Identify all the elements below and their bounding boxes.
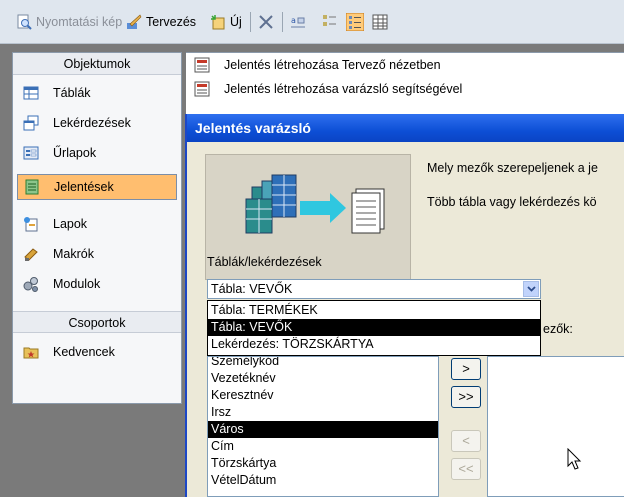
list-item[interactable]: Keresztnév: [208, 387, 438, 404]
objects-bar: Objektumok Táblák Lekérdezések Űrlapok J…: [12, 52, 182, 404]
object-label: Űrlapok: [53, 146, 97, 160]
combo-dropdown-button[interactable]: [523, 281, 539, 297]
list-item[interactable]: Személykód: [208, 357, 438, 370]
list-item[interactable]: Város: [208, 421, 438, 438]
tables-queries-dropdown: Tábla: TERMÉKEK Tábla: VEVŐK Lekérdezés:…: [207, 300, 541, 356]
list-item[interactable]: Cím: [208, 438, 438, 455]
combo-value: Tábla: VEVŐK: [211, 282, 293, 296]
new-button[interactable]: Új: [210, 12, 242, 32]
report-list: Jelentés létrehozása Tervező nézetben Je…: [186, 52, 624, 114]
design-label: Tervezés: [146, 15, 197, 29]
object-reports[interactable]: Jelentések: [17, 174, 177, 200]
small-icons-icon: [323, 15, 336, 26]
mouse-cursor-icon: [567, 448, 582, 470]
page-icon: [24, 217, 38, 232]
object-tables[interactable]: Táblák: [17, 80, 177, 106]
query-icon: [23, 115, 39, 131]
dialog-title: Jelentés varázsló: [187, 114, 624, 142]
list-item[interactable]: Jelentés létrehozása Tervező nézetben: [194, 55, 441, 75]
new-label: Új: [230, 15, 242, 29]
large-icons-button[interactable]: a: [290, 12, 310, 32]
selected-fields-list[interactable]: [487, 356, 624, 497]
details-view-icon: [372, 14, 388, 30]
list-view-button[interactable]: [346, 12, 368, 32]
toolbar: Nyomtatási kép Tervezés Új a: [0, 0, 624, 44]
object-label: Lapok: [53, 217, 88, 231]
available-fields-list[interactable]: Személykód Vezetéknév Keresztnév Irsz Vá…: [207, 356, 439, 497]
fields-question: Mely mezők szerepeljenek a je: [427, 161, 598, 175]
delete-button[interactable]: [258, 12, 278, 32]
list-item-label: Jelentés létrehozása varázsló segítségév…: [224, 82, 463, 96]
object-favorites[interactable]: Kedvencek: [17, 339, 177, 365]
add-all-fields-button[interactable]: >>: [451, 386, 481, 408]
multi-table-hint: Több tábla vagy lekérdezés kö: [427, 195, 597, 209]
list-item[interactable]: Törzskártya: [208, 455, 438, 472]
small-icons-button[interactable]: [322, 12, 342, 32]
form-icon: [23, 146, 39, 160]
object-label: Táblák: [53, 86, 91, 100]
table-icon: [23, 86, 39, 100]
design-button[interactable]: Tervezés: [126, 12, 196, 32]
object-pages[interactable]: Lapok: [17, 211, 177, 237]
dropdown-option[interactable]: Lekérdezés: TÖRZSKÁRTYA: [208, 336, 540, 353]
design-icon: [127, 14, 142, 29]
list-view-icon: [346, 13, 364, 31]
delete-icon: [259, 15, 273, 29]
list-item[interactable]: VételDátum: [208, 472, 438, 489]
favorites-folder-icon: [23, 347, 39, 359]
report-wizard-dialog: Jelentés varázsló Mely mezők szerepeljen: [185, 114, 624, 497]
object-label: Kedvencek: [53, 345, 115, 359]
list-item[interactable]: Irsz: [208, 404, 438, 421]
new-object-icon: [211, 15, 225, 30]
tables-queries-combo[interactable]: Tábla: VEVŐK: [207, 279, 541, 299]
list-item-label: Jelentés létrehozása Tervező nézetben: [224, 58, 441, 72]
toolbar-separator: [250, 12, 251, 32]
print-preview-label: Nyomtatási kép: [36, 15, 123, 29]
toolbar-separator: [282, 12, 283, 32]
svg-text:a: a: [291, 16, 296, 25]
dropdown-option[interactable]: Tábla: VEVŐK: [208, 319, 540, 336]
print-preview-button[interactable]: Nyomtatási kép: [16, 12, 122, 32]
dropdown-option[interactable]: Tábla: TERMÉKEK: [208, 302, 540, 319]
design-report-icon: [194, 57, 210, 73]
object-label: Lekérdezések: [53, 116, 131, 130]
objects-header[interactable]: Objektumok: [13, 53, 181, 75]
details-view-button[interactable]: [372, 12, 392, 32]
object-label: Makrók: [53, 247, 94, 261]
list-item[interactable]: Vezetéknév: [208, 370, 438, 387]
object-label: Modulok: [53, 277, 101, 291]
remove-field-button[interactable]: <: [451, 430, 481, 452]
large-icons-icon: a: [291, 16, 305, 28]
module-icon: [23, 277, 38, 292]
remove-all-fields-button[interactable]: <<: [451, 458, 481, 480]
list-item[interactable]: Jelentés létrehozása varázsló segítségév…: [194, 79, 462, 99]
wizard-report-icon: [194, 81, 210, 97]
print-preview-icon: [17, 14, 32, 30]
object-macros[interactable]: Makrók: [17, 241, 177, 267]
groups-header[interactable]: Csoportok: [13, 311, 181, 333]
chevron-down-icon: [526, 286, 536, 292]
object-modules[interactable]: Modulok: [17, 271, 177, 297]
add-field-button[interactable]: >: [451, 358, 481, 380]
selected-fields-label: ezők:: [543, 322, 573, 336]
object-forms[interactable]: Űrlapok: [17, 140, 177, 166]
object-label: Jelentések: [54, 180, 114, 194]
macro-icon: [24, 248, 38, 261]
report-icon: [25, 179, 39, 195]
object-queries[interactable]: Lekérdezések: [17, 110, 177, 136]
tables-queries-label: Táblák/lekérdezések: [207, 255, 322, 269]
